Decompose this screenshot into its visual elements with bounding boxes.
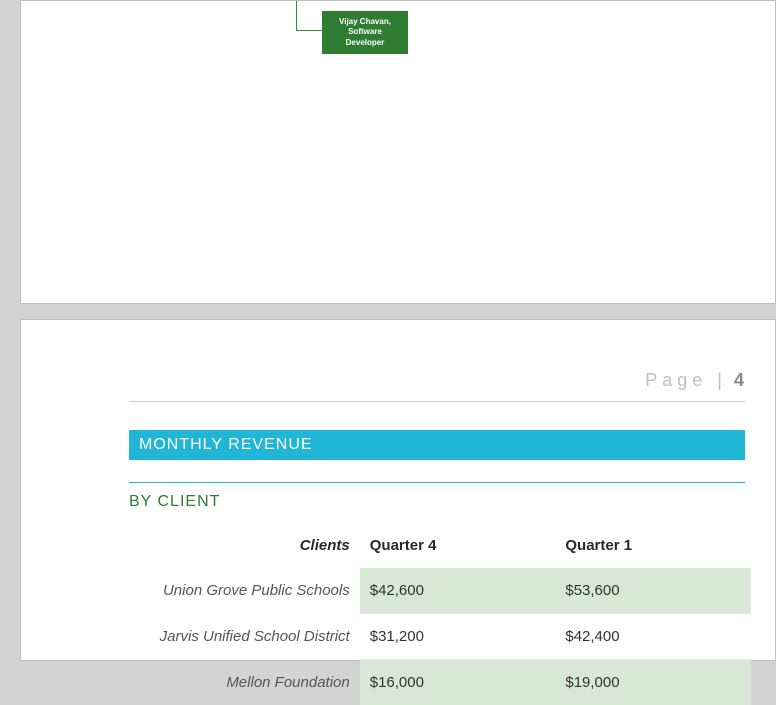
client-name: Jarvis Unified School District bbox=[129, 614, 360, 660]
org-connector-line bbox=[296, 1, 324, 31]
header-q1: Quarter 1 bbox=[555, 523, 751, 568]
section-title: MONTHLY REVENUE bbox=[129, 430, 745, 460]
subsection-title: BY CLIENT bbox=[129, 482, 745, 511]
client-name: Union Grove Public Schools bbox=[129, 568, 360, 614]
page-separator: | bbox=[717, 370, 724, 390]
revenue-table: Clients Quarter 4 Quarter 1 Union Grove … bbox=[129, 523, 751, 705]
page-1: Vijay Chavan, Software Developer bbox=[20, 0, 776, 304]
cell-q4: $42,600 bbox=[360, 568, 556, 614]
org-card-title-line2: Developer bbox=[330, 38, 400, 48]
page-2: Page | 4 MONTHLY REVENUE BY CLIENT Clien… bbox=[20, 319, 776, 661]
cell-q4: $16,000 bbox=[360, 660, 556, 705]
table-header-row: Clients Quarter 4 Quarter 1 bbox=[129, 523, 751, 568]
header-clients: Clients bbox=[129, 523, 360, 568]
table-row: Jarvis Unified School District $31,200 $… bbox=[129, 614, 751, 660]
header-q4: Quarter 4 bbox=[360, 523, 556, 568]
cell-q1: $42,400 bbox=[555, 614, 751, 660]
org-card-name: Vijay Chavan, bbox=[330, 17, 400, 27]
cell-q4: $31,200 bbox=[360, 614, 556, 660]
page-label: Page bbox=[645, 370, 707, 390]
table-row: Union Grove Public Schools $42,600 $53,6… bbox=[129, 568, 751, 614]
page-number-line: Page | 4 bbox=[129, 370, 745, 402]
client-name: Mellon Foundation bbox=[129, 660, 360, 705]
page-number: 4 bbox=[734, 370, 745, 390]
cell-q1: $53,600 bbox=[555, 568, 751, 614]
org-card: Vijay Chavan, Software Developer bbox=[322, 11, 408, 54]
table-row: Mellon Foundation $16,000 $19,000 bbox=[129, 660, 751, 705]
page-content: Page | 4 MONTHLY REVENUE BY CLIENT Clien… bbox=[129, 370, 745, 705]
cell-q1: $19,000 bbox=[555, 660, 751, 705]
org-card-title-line1: Software bbox=[330, 27, 400, 37]
